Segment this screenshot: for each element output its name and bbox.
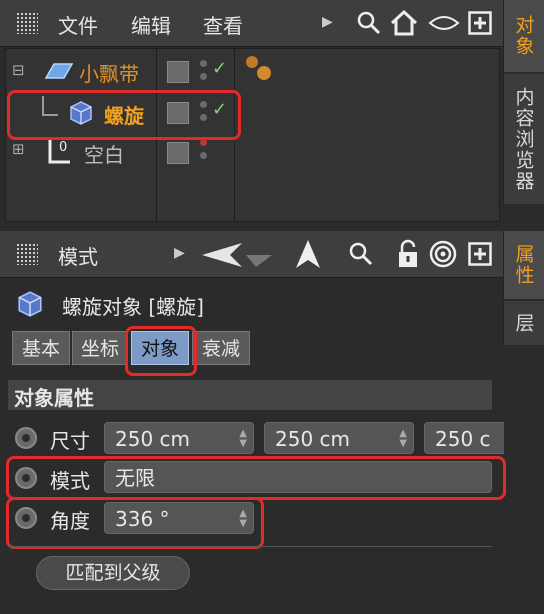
object-name[interactable]: 空白 (84, 139, 124, 168)
menu-edit[interactable]: 编辑 (131, 10, 171, 39)
null-object-icon: 0 (48, 140, 70, 164)
size-y-input[interactable]: 250 cm ▲ ▼ (264, 422, 414, 454)
section-header: 对象属性 (8, 380, 492, 410)
search-icon[interactable] (348, 241, 374, 267)
object-tab-highlight (125, 326, 197, 376)
eye-icon[interactable] (428, 13, 460, 33)
helix-row-highlight (7, 90, 241, 140)
angle-row-highlight (6, 497, 264, 549)
lock-icon[interactable] (396, 239, 420, 269)
material-tag-icon[interactable] (242, 53, 276, 87)
new-panel-icon[interactable] (468, 11, 492, 35)
forward-arrow-icon[interactable] (244, 243, 274, 267)
tab-coordinates[interactable]: 坐标 (72, 331, 128, 365)
target-icon[interactable] (428, 239, 458, 269)
layer-box-icon[interactable] (167, 142, 189, 164)
size-animate-radio[interactable] (15, 427, 37, 449)
layer-box-icon[interactable] (167, 61, 189, 83)
panel-divider (0, 222, 544, 230)
collapse-toggle-icon[interactable]: ⊟ (12, 61, 25, 79)
object-row-ribbon[interactable]: ⊟ 小飘带 ✓ (6, 51, 499, 91)
svg-text:0: 0 (59, 140, 67, 155)
enabled-check-icon[interactable]: ✓ (212, 58, 227, 79)
tab-content-browser[interactable]: 内容浏览器 (503, 74, 544, 204)
tab-falloff[interactable]: 衰减 (192, 331, 250, 365)
menu-mode[interactable]: 模式 (58, 241, 98, 270)
object-manager-toolbar: 文件 编辑 查看 ▶ (0, 0, 503, 47)
tab-layers[interactable]: 层 (503, 301, 544, 345)
grip-icon[interactable] (16, 243, 38, 265)
expand-arrow-icon[interactable]: ▶ (174, 245, 185, 261)
attributes-title: 螺旋对象 [螺旋] (62, 295, 204, 319)
divider (8, 546, 492, 547)
expand-arrow-icon[interactable]: ▶ (322, 14, 333, 30)
tab-basic[interactable]: 基本 (12, 331, 70, 365)
menu-file[interactable]: 文件 (58, 10, 98, 39)
mode-row-highlight (6, 456, 506, 500)
tab-objects[interactable]: 对象 (503, 0, 544, 72)
plane-object-icon (44, 63, 74, 79)
attributes-toolbar: 模式 ▶ (0, 231, 503, 278)
object-name[interactable]: 小飘带 (79, 58, 139, 87)
home-icon[interactable] (389, 9, 419, 37)
size-x-input[interactable]: 250 cm ▲ ▼ (104, 422, 254, 454)
back-arrow-icon[interactable] (200, 241, 244, 269)
tab-attributes[interactable]: 属性 (503, 231, 544, 299)
helix-object-icon (18, 291, 42, 317)
size-label: 尺寸 (50, 429, 90, 453)
fit-to-parent-button[interactable]: 匹配到父级 (36, 556, 190, 590)
expand-toggle-icon[interactable]: ⊞ (12, 140, 25, 158)
size-z-input[interactable]: 250 c (424, 422, 504, 454)
up-arrow-icon[interactable] (294, 238, 322, 270)
grip-icon[interactable] (16, 12, 38, 34)
new-panel-icon[interactable] (468, 242, 492, 266)
search-icon[interactable] (356, 10, 382, 36)
menu-view[interactable]: 查看 (203, 10, 243, 39)
